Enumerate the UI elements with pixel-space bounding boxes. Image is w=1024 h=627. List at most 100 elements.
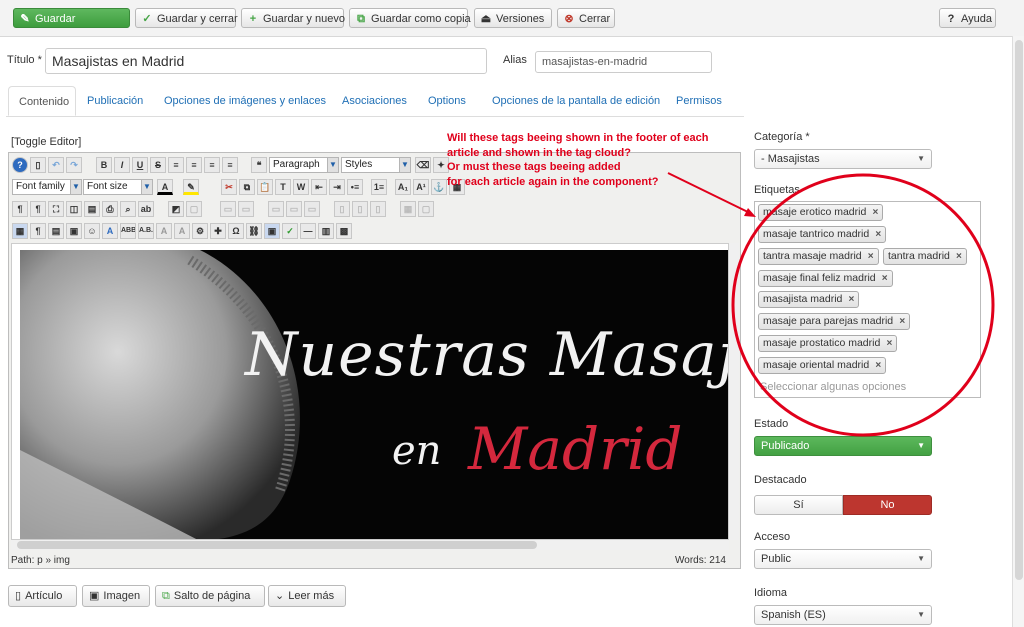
tab-publishing[interactable]: Publicación: [87, 86, 143, 116]
read-more-button[interactable]: ⌄ Leer más: [268, 585, 346, 607]
nonbreaking-icon[interactable]: ✚: [210, 223, 226, 239]
blockquote-icon[interactable]: ❝: [251, 157, 267, 173]
highlight-icon[interactable]: ✎: [183, 179, 199, 195]
tab-options[interactable]: Options: [428, 86, 466, 116]
indent-icon[interactable]: ⇥: [329, 179, 345, 195]
outdent-icon[interactable]: ⇤: [311, 179, 327, 195]
emoticon-icon[interactable]: ☺: [84, 223, 100, 239]
split-cells-icon[interactable]: ▦: [400, 201, 416, 217]
remove-tag-icon[interactable]: ×: [849, 292, 855, 307]
media-icon[interactable]: ▥: [318, 223, 334, 239]
layer-icon[interactable]: ▢: [186, 201, 202, 217]
insert-image-button[interactable]: ▣ Imagen: [82, 585, 150, 607]
tag-chip[interactable]: masaje para parejas madrid ×: [758, 313, 911, 330]
justify-full-icon[interactable]: ≡: [168, 157, 184, 173]
align-center-icon[interactable]: ≡: [204, 157, 220, 173]
remove-tag-icon[interactable]: ×: [875, 358, 881, 373]
row-props-icon[interactable]: ▭: [238, 201, 254, 217]
copy-icon[interactable]: ⧉: [239, 179, 255, 195]
align-left-icon[interactable]: ≡: [186, 157, 202, 173]
fullscreen-icon[interactable]: ⛶: [48, 201, 64, 217]
tab-content[interactable]: Contenido: [8, 86, 76, 116]
superscript-icon[interactable]: A¹: [413, 179, 429, 195]
title-input[interactable]: Masajistas en Madrid: [45, 48, 487, 74]
eraser-icon[interactable]: ⌫: [415, 157, 431, 173]
cut-icon[interactable]: ✂: [221, 179, 237, 195]
save-button[interactable]: ✎ Guardar: [13, 8, 130, 28]
versions-button[interactable]: ⏏ Versiones: [474, 8, 552, 28]
tag-chip[interactable]: tantra madrid ×: [883, 248, 967, 265]
vertical-scrollbar[interactable]: [729, 243, 739, 540]
alias-input[interactable]: masajistas-en-madrid: [535, 51, 712, 73]
featured-yes-button[interactable]: Sí: [754, 495, 843, 515]
tab-permissions[interactable]: Permisos: [676, 86, 722, 116]
template-icon[interactable]: ▤: [84, 201, 100, 217]
insert-row-after-icon[interactable]: ▭: [286, 201, 302, 217]
remove-tag-icon[interactable]: ×: [882, 271, 888, 286]
text-color-icon[interactable]: A: [157, 179, 173, 195]
tab-associations[interactable]: Asociaciones: [342, 86, 407, 116]
category-select[interactable]: - Masajistas ▼: [754, 149, 932, 169]
language-select[interactable]: Spanish (ES) ▼: [754, 605, 932, 625]
anchor-icon[interactable]: ⚓: [431, 179, 447, 195]
bold-icon[interactable]: B: [96, 157, 112, 173]
format-select[interactable]: Paragraph ▼: [269, 157, 339, 173]
merge-cells-icon[interactable]: ▢: [418, 201, 434, 217]
save-copy-button[interactable]: ⧉ Guardar como copia: [349, 8, 471, 28]
char-map-icon[interactable]: Ω: [228, 223, 244, 239]
align-right-icon[interactable]: ≡: [222, 157, 238, 173]
visual-aid-icon[interactable]: ▦: [12, 223, 28, 239]
page-scrollbar[interactable]: [1012, 36, 1024, 627]
preview-icon[interactable]: ◫: [66, 201, 82, 217]
strikethrough-icon[interactable]: S: [150, 157, 166, 173]
abbreviation-icon[interactable]: ABBR: [120, 223, 136, 239]
access-select[interactable]: Public ▼: [754, 549, 932, 569]
underline-icon[interactable]: U: [132, 157, 148, 173]
insert-col-after-icon[interactable]: ▯: [352, 201, 368, 217]
subscript-icon[interactable]: A₁: [395, 179, 411, 195]
tag-chip[interactable]: masaje erotico madrid ×: [758, 204, 884, 221]
tag-chip[interactable]: tantra masaje madrid ×: [758, 248, 879, 265]
print-icon[interactable]: ⎙: [102, 201, 118, 217]
paste-word-icon[interactable]: W: [293, 179, 309, 195]
paste-icon[interactable]: 📋: [257, 179, 273, 195]
acronym-icon[interactable]: A.B.C: [138, 223, 154, 239]
image-icon[interactable]: ▣: [264, 223, 280, 239]
horizontal-scrollbar[interactable]: [11, 540, 729, 550]
remove-tag-icon[interactable]: ×: [899, 314, 905, 329]
close-button[interactable]: ⊗ Cerrar: [557, 8, 615, 28]
delete-col-icon[interactable]: ▯: [370, 201, 386, 217]
tag-chip[interactable]: masajista madrid ×: [758, 291, 860, 308]
save-close-button[interactable]: ✓ Guardar y cerrar: [135, 8, 238, 28]
save-new-button[interactable]: + Guardar y nuevo: [241, 8, 345, 28]
page-scrollbar-thumb[interactable]: [1015, 40, 1023, 580]
help-icon[interactable]: ?: [12, 157, 28, 173]
remove-tag-icon[interactable]: ×: [875, 227, 881, 242]
delete-row-icon[interactable]: ▭: [304, 201, 320, 217]
help-button[interactable]: ? Ayuda: [939, 8, 996, 28]
tags-search-input[interactable]: Seleccionar algunas opciones: [760, 381, 906, 393]
remove-tag-icon[interactable]: ×: [956, 249, 962, 264]
tag-chip[interactable]: masaje oriental madrid ×: [758, 357, 887, 374]
style-props-icon[interactable]: ◩: [168, 201, 184, 217]
font-family-select[interactable]: Font family ▼: [12, 179, 82, 195]
attributes-icon[interactable]: ⚙: [192, 223, 208, 239]
tag-chip[interactable]: masaje prostatico madrid ×: [758, 335, 898, 352]
new-document-icon[interactable]: ▯: [30, 157, 46, 173]
save-icon[interactable]: ▩: [336, 223, 352, 239]
replace-icon[interactable]: ab: [138, 201, 154, 217]
styles-select[interactable]: Styles ▼: [341, 157, 411, 173]
ltr-icon[interactable]: ¶: [12, 201, 28, 217]
redo-icon[interactable]: ↷: [66, 157, 82, 173]
tag-chip[interactable]: masaje tantrico madrid ×: [758, 226, 887, 243]
tag-chip[interactable]: masaje final feliz madrid ×: [758, 270, 893, 287]
cell-props-icon[interactable]: ▭: [220, 201, 236, 217]
insert-date-icon[interactable]: ▤: [48, 223, 64, 239]
tab-edit-screen[interactable]: Opciones de la pantalla de edición: [492, 86, 660, 116]
page-break-button[interactable]: ⧉ Salto de página: [155, 585, 265, 607]
scrollbar-thumb[interactable]: [17, 541, 537, 549]
insert-row-before-icon[interactable]: ▭: [268, 201, 284, 217]
state-select[interactable]: Publicado ▼: [754, 436, 932, 456]
deletion-icon[interactable]: A: [156, 223, 172, 239]
insert-article-button[interactable]: ▯ Artículo: [8, 585, 77, 607]
